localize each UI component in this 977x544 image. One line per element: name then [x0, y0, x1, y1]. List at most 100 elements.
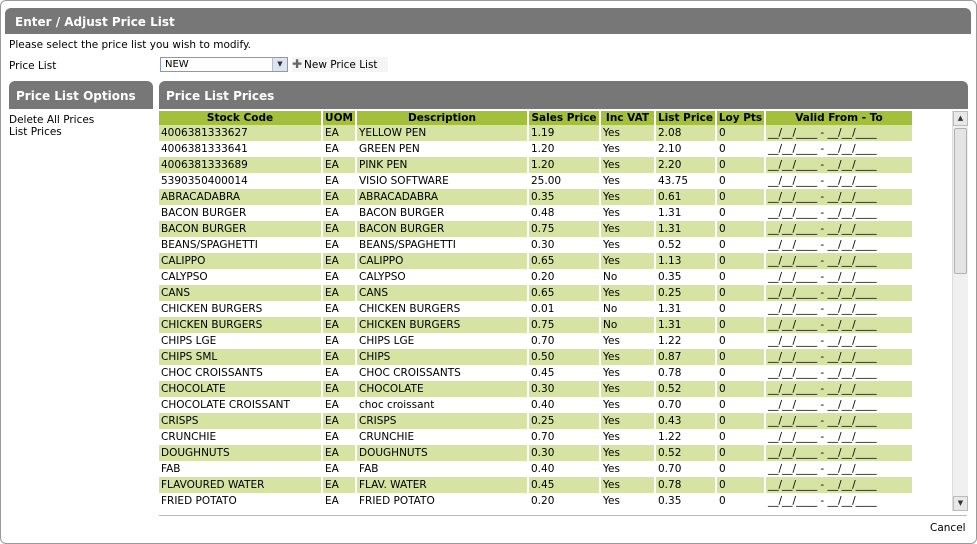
cell-loy-pts[interactable]: 0 — [717, 125, 764, 141]
cell-inc-vat[interactable]: Yes — [601, 157, 654, 173]
cell-inc-vat[interactable]: Yes — [601, 125, 654, 141]
cell-inc-vat[interactable]: Yes — [601, 349, 654, 365]
cell-stock-code[interactable]: 5390350400014 — [159, 173, 321, 189]
cell-loy-pts[interactable]: 0 — [717, 237, 764, 253]
cell-loy-pts[interactable]: 0 — [717, 157, 764, 173]
cell-loy-pts[interactable]: 0 — [717, 301, 764, 317]
scrollbar-thumb[interactable] — [954, 128, 967, 274]
cell-list-price[interactable]: 0.87 — [656, 349, 715, 365]
cell-list-price[interactable]: 0.52 — [656, 237, 715, 253]
cell-valid-from-to[interactable]: __/__/____ - __/__/____ — [766, 253, 912, 269]
cell-uom[interactable]: EA — [323, 365, 355, 381]
cell-uom[interactable]: EA — [323, 477, 355, 493]
cell-sales-price[interactable]: 0.45 — [529, 365, 599, 381]
cell-list-price[interactable]: 1.31 — [656, 317, 715, 333]
cell-list-price[interactable]: 1.22 — [656, 333, 715, 349]
table-row[interactable]: FLAVOURED WATER EA FLAV. WATER 0.45 Yes 0.78 0… — [159, 477, 912, 493]
cell-uom[interactable]: EA — [323, 157, 355, 173]
cell-uom[interactable]: EA — [323, 349, 355, 365]
column-header-loy-pts[interactable]: Loy Pts — [717, 111, 764, 125]
cell-inc-vat[interactable]: Yes — [601, 221, 654, 237]
cell-sales-price[interactable]: 1.20 — [529, 141, 599, 157]
cell-uom[interactable]: EA — [323, 253, 355, 269]
cell-inc-vat[interactable]: Yes — [601, 141, 654, 157]
cell-valid-from-to[interactable]: __/__/____ - __/__/____ — [766, 205, 912, 221]
cell-loy-pts[interactable]: 0 — [717, 333, 764, 349]
cell-list-price[interactable]: 1.31 — [656, 205, 715, 221]
cell-stock-code[interactable]: CHOCOLATE — [159, 381, 321, 397]
cell-list-price[interactable]: 1.22 — [656, 429, 715, 445]
cell-sales-price[interactable]: 0.75 — [529, 221, 599, 237]
cell-description[interactable]: BEANS/SPAGHETTI — [357, 237, 527, 253]
table-row[interactable]: BEANS/SPAGHETTI EA BEANS/SPAGHETTI 0.30 Yes 0… — [159, 237, 912, 253]
cell-uom[interactable]: EA — [323, 141, 355, 157]
cell-stock-code[interactable]: BACON BURGER — [159, 221, 321, 237]
cell-sales-price[interactable]: 0.50 — [529, 349, 599, 365]
cell-valid-from-to[interactable]: __/__/____ - __/__/____ — [766, 461, 912, 477]
cell-valid-from-to[interactable]: __/__/____ - __/__/____ — [766, 445, 912, 461]
cell-valid-from-to[interactable]: __/__/____ - __/__/____ — [766, 301, 912, 317]
cell-inc-vat[interactable]: Yes — [601, 237, 654, 253]
cell-inc-vat[interactable]: Yes — [601, 205, 654, 221]
cell-inc-vat[interactable]: Yes — [601, 461, 654, 477]
table-row[interactable]: CHOCOLATE EA CHOCOLATE 0.30 Yes 0.52 0 __/__/__… — [159, 381, 912, 397]
cell-list-price[interactable]: 0.35 — [656, 493, 715, 509]
cell-inc-vat[interactable]: Yes — [601, 397, 654, 413]
price-list-select[interactable]: NEW ▼ — [160, 57, 288, 72]
table-row[interactable]: 5390350400014 EA VISIO SOFTWARE 25.00 Yes 43.… — [159, 173, 912, 189]
delete-all-prices-link[interactable]: Delete All Prices — [9, 114, 94, 126]
cell-inc-vat[interactable]: Yes — [601, 493, 654, 509]
column-header-uom[interactable]: UOM — [323, 111, 355, 125]
cell-uom[interactable]: EA — [323, 189, 355, 205]
cell-stock-code[interactable]: CHOC CROISSANTS — [159, 365, 321, 381]
cell-sales-price[interactable]: 0.30 — [529, 237, 599, 253]
cell-description[interactable]: CHOCOLATE — [357, 381, 527, 397]
cell-uom[interactable]: EA — [323, 237, 355, 253]
cell-uom[interactable]: EA — [323, 445, 355, 461]
cell-inc-vat[interactable]: Yes — [601, 381, 654, 397]
cell-list-price[interactable]: 0.61 — [656, 189, 715, 205]
cell-inc-vat[interactable]: No — [601, 269, 654, 285]
cell-description[interactable]: CHIPS LGE — [357, 333, 527, 349]
cell-sales-price[interactable]: 0.40 — [529, 397, 599, 413]
cell-description[interactable]: CRISPS — [357, 413, 527, 429]
cell-sales-price[interactable]: 0.20 — [529, 493, 599, 509]
cell-uom[interactable]: EA — [323, 381, 355, 397]
cell-list-price[interactable]: 0.35 — [656, 269, 715, 285]
table-scrollbar[interactable]: ▲ ▼ — [952, 111, 968, 511]
cell-sales-price[interactable]: 0.30 — [529, 381, 599, 397]
table-row[interactable]: CRUNCHIE EA CRUNCHIE 0.70 Yes 1.22 0 __/__/____… — [159, 429, 912, 445]
cell-description[interactable]: GREEN PEN — [357, 141, 527, 157]
cell-stock-code[interactable]: CRISPS — [159, 413, 321, 429]
cell-loy-pts[interactable]: 0 — [717, 269, 764, 285]
table-row[interactable]: FRIED POTATO EA FRIED POTATO 0.20 Yes 0.35 0 __… — [159, 493, 912, 509]
cell-stock-code[interactable]: CRUNCHIE — [159, 429, 321, 445]
cell-description[interactable]: CHICKEN BURGERS — [357, 301, 527, 317]
column-header-sales-price[interactable]: Sales Price — [529, 111, 599, 125]
cell-inc-vat[interactable]: No — [601, 301, 654, 317]
cell-stock-code[interactable]: FLAVOURED WATER — [159, 477, 321, 493]
cell-uom[interactable]: EA — [323, 173, 355, 189]
cell-valid-from-to[interactable]: __/__/____ - __/__/____ — [766, 397, 912, 413]
cell-list-price[interactable]: 2.10 — [656, 141, 715, 157]
cell-stock-code[interactable]: CHIPS SML — [159, 349, 321, 365]
column-header-stock-code[interactable]: Stock Code — [159, 111, 321, 125]
cell-stock-code[interactable]: DOUGHNUTS — [159, 445, 321, 461]
scroll-down-icon[interactable]: ▼ — [953, 496, 968, 511]
cell-description[interactable]: CHIPS — [357, 349, 527, 365]
cell-sales-price[interactable]: 1.20 — [529, 157, 599, 173]
cell-list-price[interactable]: 0.52 — [656, 381, 715, 397]
table-row[interactable]: FAB EA FAB 0.40 Yes 0.70 0 __/__/____ - __/__/_… — [159, 461, 912, 477]
table-row[interactable]: BACON BURGER EA BACON BURGER 0.48 Yes 1.31 0 __… — [159, 205, 912, 221]
cell-valid-from-to[interactable]: __/__/____ - __/__/____ — [766, 493, 912, 509]
cell-loy-pts[interactable]: 0 — [717, 141, 764, 157]
cell-description[interactable]: FRIED POTATO — [357, 493, 527, 509]
cell-list-price[interactable]: 2.08 — [656, 125, 715, 141]
cell-stock-code[interactable]: BACON BURGER — [159, 205, 321, 221]
table-row[interactable]: CALIPPO EA CALIPPO 0.65 Yes 1.13 0 __/__/____ -… — [159, 253, 912, 269]
cell-valid-from-to[interactable]: __/__/____ - __/__/____ — [766, 381, 912, 397]
cell-list-price[interactable]: 0.70 — [656, 397, 715, 413]
cell-description[interactable]: FAB — [357, 461, 527, 477]
cell-description[interactable]: choc croissant — [357, 397, 527, 413]
cell-loy-pts[interactable]: 0 — [717, 349, 764, 365]
